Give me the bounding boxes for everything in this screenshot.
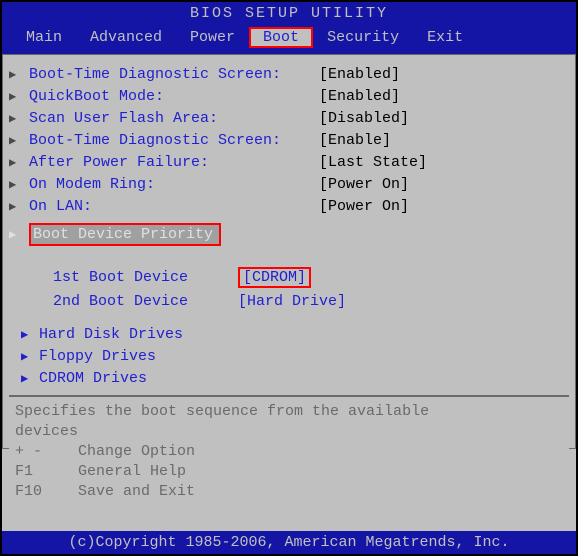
tab-exit[interactable]: Exit: [413, 27, 477, 48]
tab-security[interactable]: Security: [313, 27, 413, 48]
setting-value[interactable]: [Disabled]: [319, 110, 409, 127]
spacer: [9, 313, 569, 323]
setting-value[interactable]: [Enable]: [319, 132, 391, 149]
setting-row[interactable]: ▶ Boot-Time Diagnostic Screen: [Enable]: [9, 129, 569, 151]
setting-value[interactable]: [Enabled]: [319, 88, 400, 105]
triangle-icon: ▶: [9, 67, 29, 82]
boot-device-label: 1st Boot Device: [53, 269, 238, 286]
triangle-icon: ▶: [9, 111, 29, 126]
setting-row[interactable]: ▶ Boot-Time Diagnostic Screen: [Enabled]: [9, 63, 569, 85]
boot-device-priority-menu[interactable]: ▶ Boot Device Priority: [9, 221, 569, 247]
menubar: Main Advanced Power Boot Security Exit: [2, 25, 576, 54]
triangle-icon: ▶: [9, 89, 29, 104]
drive-menu-row[interactable]: ▶ CDROM Drives: [9, 367, 569, 389]
triangle-icon: ▶: [9, 155, 29, 170]
help-panel: Specifies the boot sequence from the ava…: [9, 401, 569, 505]
divider: [9, 395, 569, 397]
boot-device-row[interactable]: 2nd Boot Device [Hard Drive]: [9, 289, 569, 313]
copyright-text: (c)Copyright 1985-2006, American Megatre…: [68, 534, 509, 551]
setting-row[interactable]: ▶ After Power Failure: [Last State]: [9, 151, 569, 173]
header: BIOS SETUP UTILITY: [2, 2, 576, 25]
triangle-icon: ▶: [9, 371, 29, 386]
triangle-icon: ▶: [9, 199, 29, 214]
tab-advanced[interactable]: Advanced: [76, 27, 176, 48]
drive-menu-row[interactable]: ▶ Hard Disk Drives: [9, 323, 569, 345]
app-title: BIOS SETUP UTILITY: [190, 5, 388, 22]
triangle-icon: ▶: [9, 133, 29, 148]
tab-boot[interactable]: Boot: [249, 27, 313, 48]
help-text: + - Change Option: [15, 443, 563, 463]
boot-device-row[interactable]: 1st Boot Device [CDROM]: [9, 265, 569, 289]
setting-label: Scan User Flash Area:: [29, 110, 319, 127]
setting-label: After Power Failure:: [29, 154, 319, 171]
help-text: Specifies the boot sequence from the ava…: [15, 403, 563, 423]
setting-label: On LAN:: [29, 198, 319, 215]
triangle-icon: ▶: [9, 227, 29, 242]
help-text: devices: [15, 423, 563, 443]
setting-value[interactable]: [Power On]: [319, 176, 409, 193]
triangle-icon: ▶: [9, 327, 29, 342]
spacer: [9, 255, 569, 265]
setting-row[interactable]: ▶ Scan User Flash Area: [Disabled]: [9, 107, 569, 129]
setting-label: Boot-Time Diagnostic Screen:: [29, 132, 319, 149]
setting-value[interactable]: [Last State]: [319, 154, 427, 171]
setting-row[interactable]: ▶ QuickBoot Mode: [Enabled]: [9, 85, 569, 107]
help-text: F1 General Help: [15, 463, 563, 483]
boot-device-value[interactable]: [Hard Drive]: [238, 293, 346, 310]
boot-priority-label: Boot Device Priority: [29, 223, 221, 246]
boot-device-value[interactable]: [CDROM]: [238, 267, 311, 288]
tab-main[interactable]: Main: [12, 27, 76, 48]
content-panel: ▶ Boot-Time Diagnostic Screen: [Enabled]…: [2, 54, 576, 449]
setting-label: QuickBoot Mode:: [29, 88, 319, 105]
boot-device-label: 2nd Boot Device: [53, 293, 238, 310]
setting-value[interactable]: [Power On]: [319, 198, 409, 215]
tab-power[interactable]: Power: [176, 27, 249, 48]
help-text: F10 Save and Exit: [15, 483, 563, 503]
triangle-icon: ▶: [9, 349, 29, 364]
setting-label: Boot-Time Diagnostic Screen:: [29, 66, 319, 83]
triangle-icon: ▶: [9, 177, 29, 192]
setting-label: On Modem Ring:: [29, 176, 319, 193]
setting-value[interactable]: [Enabled]: [319, 66, 400, 83]
drive-menu-label: CDROM Drives: [29, 370, 147, 387]
drive-menu-row[interactable]: ▶ Floppy Drives: [9, 345, 569, 367]
footer: (c)Copyright 1985-2006, American Megatre…: [2, 531, 576, 554]
drive-menu-label: Hard Disk Drives: [29, 326, 183, 343]
setting-row[interactable]: ▶ On Modem Ring: [Power On]: [9, 173, 569, 195]
drive-menu-label: Floppy Drives: [29, 348, 156, 365]
setting-row[interactable]: ▶ On LAN: [Power On]: [9, 195, 569, 217]
